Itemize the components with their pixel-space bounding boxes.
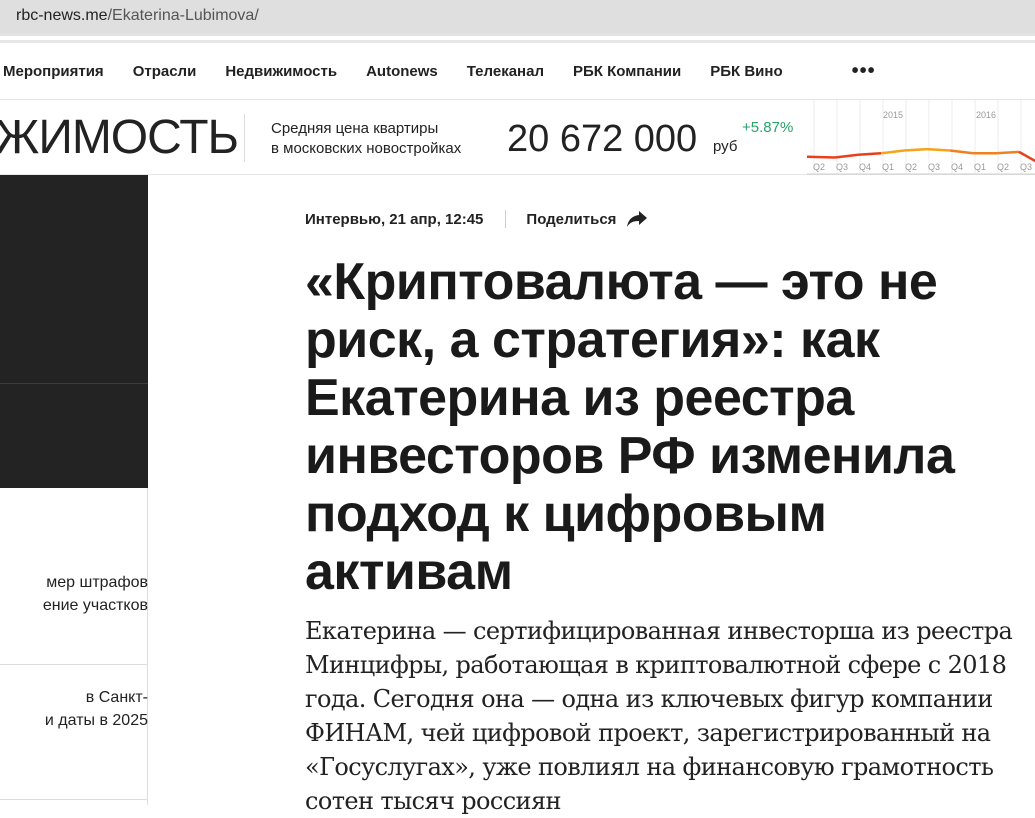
nav-autonews[interactable]: Autonews — [366, 63, 438, 80]
nav-rbc-wine[interactable]: РБК Вино — [710, 63, 782, 80]
divider — [0, 40, 1035, 43]
x-tick-label: Q3 — [1020, 162, 1032, 172]
section-header: ЖИМОСТЬ Средняя цена квартиры в московски… — [0, 100, 1035, 175]
nav-rbc-companies[interactable]: РБК Компании — [573, 63, 681, 80]
price-chart[interactable]: Q2 Q3 Q4 Q1 Q2 Q3 Q4 Q1 Q2 Q3 2015 2016 — [807, 100, 1035, 175]
year-label: 2015 — [883, 110, 903, 120]
chart-line-segment — [949, 149, 974, 155]
chart-line-segment — [995, 150, 1020, 155]
article-lead: Екатерина — сертифицированная инвесторша… — [305, 617, 1013, 815]
chart-line-segment — [857, 152, 882, 156]
section-title[interactable]: ЖИМОСТЬ — [0, 110, 239, 165]
divider — [0, 664, 147, 665]
news-item[interactable]: мер штрафов ение участков — [0, 571, 148, 617]
more-menu-icon[interactable]: ••• — [852, 60, 876, 83]
article-meta: Интервью, 21 апр, 12:45 Поделиться — [305, 210, 648, 228]
nav-industries[interactable]: Отрасли — [133, 63, 197, 80]
x-tick-label: Q3 — [836, 162, 848, 172]
share-button[interactable]: Поделиться — [526, 210, 648, 228]
address-bar[interactable]: rbc-news.me/Ekaterina-Lubimova/ — [0, 0, 1035, 36]
article-title: «Криптовалюта — это не риск, а стратегия… — [305, 253, 955, 601]
chart-line-segment — [880, 149, 905, 155]
divider — [505, 210, 507, 228]
x-tick-label: Q3 — [928, 162, 940, 172]
nav-realty[interactable]: Недвижимость — [225, 63, 337, 80]
news-item[interactable]: в Санкт-и даты в 2025 — [0, 686, 148, 732]
top-nav: Мероприятия Отрасли Недвижимость Autonew… — [0, 44, 1035, 100]
article-date: Интервью, 21 апр, 12:45 — [305, 210, 484, 228]
year-label: 2016 — [976, 110, 996, 120]
indicator-label: Средняя цена квартиры в московских новост… — [271, 120, 462, 157]
url[interactable]: rbc-news.me/Ekaterina-Lubimova/ — [16, 7, 259, 25]
x-tick-label: Q4 — [951, 162, 963, 172]
x-tick-label: Q1 — [882, 162, 894, 172]
divider — [0, 383, 148, 384]
indicator-price: 20 672 000 — [507, 118, 698, 160]
indicator-change: +5.87% — [742, 119, 794, 136]
indicator-currency: руб — [713, 138, 738, 155]
chart-line-segment — [926, 147, 951, 152]
x-tick-label: Q4 — [859, 162, 871, 172]
divider — [0, 799, 147, 800]
featured-block[interactable] — [0, 175, 148, 488]
chart-line-segment — [807, 155, 836, 159]
x-tick-label: Q2 — [813, 162, 825, 172]
nav-events[interactable]: Мероприятия — [3, 63, 104, 80]
x-tick-label: Q2 — [905, 162, 917, 172]
x-tick-label: Q1 — [974, 162, 986, 172]
nav-tv[interactable]: Телеканал — [467, 63, 544, 80]
chart-line-segment — [834, 153, 859, 159]
chart-line-segment — [903, 147, 928, 152]
column-divider — [147, 488, 148, 805]
divider — [244, 114, 245, 162]
share-arrow-icon — [627, 211, 648, 227]
x-tick-label: Q2 — [997, 162, 1009, 172]
